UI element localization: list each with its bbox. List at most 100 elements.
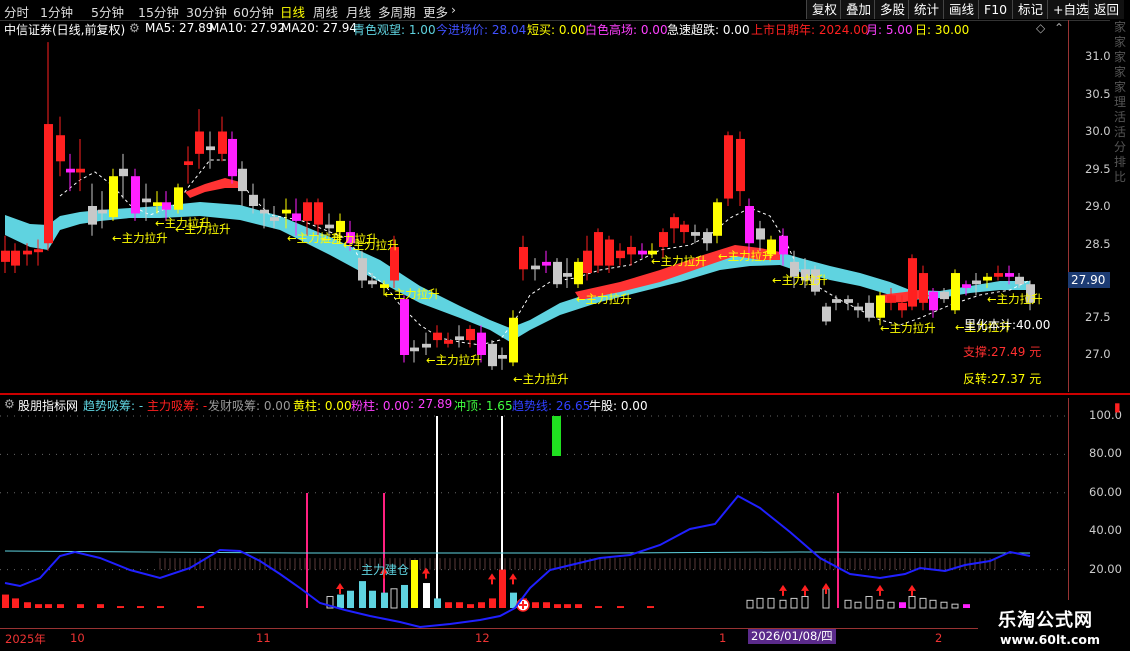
- watermark-title: 乐淘公式网: [998, 610, 1093, 631]
- volume-bar: [57, 604, 64, 608]
- candle: [605, 239, 614, 266]
- time-label: 2025年: [5, 632, 46, 646]
- up-arrow-icon: [336, 582, 344, 589]
- volume-bar: [899, 602, 906, 608]
- mark-button[interactable]: 标记: [1012, 0, 1049, 19]
- volume-bar: [767, 597, 775, 609]
- candle: [854, 306, 863, 311]
- volume-bar: [45, 604, 52, 608]
- overlay-button[interactable]: 叠加: [840, 0, 877, 19]
- volume-bar: [423, 583, 430, 608]
- candle: [325, 224, 334, 229]
- period-60min[interactable]: 60分钟: [233, 2, 274, 21]
- flag-label: ←主力拉升: [112, 231, 168, 245]
- volume-bar: [489, 598, 496, 608]
- indicator-cyan-line: [4, 550, 1031, 554]
- candle: [542, 261, 551, 266]
- up-arrow-icon: [779, 584, 787, 591]
- flag-label: ←主力拉升: [576, 292, 632, 306]
- price-axis: 31.0030.5030.0029.5029.0028.5028.0027.50…: [1068, 20, 1118, 392]
- candle: [1015, 276, 1024, 285]
- candle: [260, 209, 269, 214]
- stats-button[interactable]: 统计: [908, 0, 945, 19]
- up-arrow-icon: [509, 573, 517, 580]
- candle: [358, 258, 367, 281]
- candle: [844, 299, 853, 303]
- candle: [616, 250, 625, 259]
- volume-bar: [865, 595, 873, 609]
- add-watchlist-button[interactable]: +自选: [1047, 0, 1094, 19]
- volume-bar: [564, 604, 571, 608]
- candle: [724, 135, 733, 199]
- period-weekly[interactable]: 周线: [313, 2, 338, 21]
- selected-date: 2026/01/08/四: [748, 629, 836, 644]
- volume-bar: [887, 601, 895, 609]
- right-strip-lower: ▮: [1110, 398, 1130, 628]
- period-more[interactable]: 更多: [423, 2, 448, 21]
- reverse-label: 反转:27.37 元: [963, 372, 1042, 386]
- back-button[interactable]: 返回: [1088, 0, 1125, 19]
- f10-button[interactable]: F10: [978, 0, 1013, 19]
- volume-bar: [2, 594, 9, 608]
- candle: [488, 343, 497, 367]
- period-5min[interactable]: 5分钟: [91, 2, 124, 21]
- candle: [962, 284, 971, 288]
- period-fenshi[interactable]: 分时: [4, 2, 29, 21]
- candle: [195, 131, 204, 154]
- candle: [563, 273, 572, 277]
- period-1min[interactable]: 1分钟: [40, 2, 73, 21]
- volume-bar: [532, 602, 539, 608]
- candle: [238, 168, 247, 192]
- candle: [627, 246, 636, 255]
- indicator-axis: 100.0 80.00 60.00 40.00 20.00: [1068, 398, 1122, 628]
- candle: [174, 187, 183, 210]
- indicator-chart[interactable]: [0, 398, 1068, 628]
- volume-bar: [369, 590, 376, 608]
- candle: [249, 194, 258, 206]
- volume-bar: [337, 594, 344, 608]
- candle: [433, 332, 442, 341]
- fuquan-button[interactable]: 复权: [806, 0, 843, 19]
- candle: [703, 232, 712, 244]
- volume-bar: [919, 597, 927, 609]
- candlestick-chart[interactable]: [0, 20, 1068, 392]
- candle: [680, 224, 689, 233]
- candle: [270, 217, 279, 221]
- period-15min[interactable]: 15分钟: [138, 2, 179, 21]
- indicator-scroll-icon[interactable]: ▮: [1114, 400, 1121, 414]
- flag-label: ←主力拉升: [880, 321, 936, 335]
- time-label: 2: [935, 631, 943, 645]
- candle: [368, 280, 377, 285]
- period-monthly[interactable]: 月线: [346, 2, 371, 21]
- candle: [11, 250, 20, 266]
- candle: [218, 131, 227, 154]
- volume-bar: [779, 599, 787, 609]
- flag-label: ←主力拉升: [987, 292, 1043, 306]
- candle: [519, 246, 528, 270]
- candle: [832, 299, 841, 303]
- volume-bar: [390, 588, 398, 609]
- candle: [142, 198, 151, 203]
- candle: [282, 209, 291, 214]
- candle: [898, 302, 907, 311]
- period-multi[interactable]: 多周期: [378, 2, 416, 21]
- volume-bar: [77, 604, 84, 608]
- candle: [908, 258, 917, 307]
- period-30min[interactable]: 30分钟: [186, 2, 227, 21]
- candle: [314, 202, 323, 225]
- flag-label: ←主力拉升: [772, 273, 828, 287]
- draw-line-button[interactable]: 画线: [943, 0, 980, 19]
- candle: [109, 176, 118, 218]
- candle: [983, 276, 992, 281]
- pane-separator[interactable]: [0, 393, 1130, 395]
- candle: [422, 343, 431, 348]
- volume-bar: [467, 604, 474, 608]
- volume-bar: [790, 597, 798, 609]
- multi-stock-button[interactable]: 多股: [874, 0, 911, 19]
- volume-bar: [157, 606, 164, 608]
- volume-bar: [595, 606, 602, 608]
- candle: [303, 202, 312, 221]
- period-daily[interactable]: 日线: [280, 2, 305, 21]
- volume-bar: [97, 604, 104, 608]
- volume-bar: [359, 581, 366, 608]
